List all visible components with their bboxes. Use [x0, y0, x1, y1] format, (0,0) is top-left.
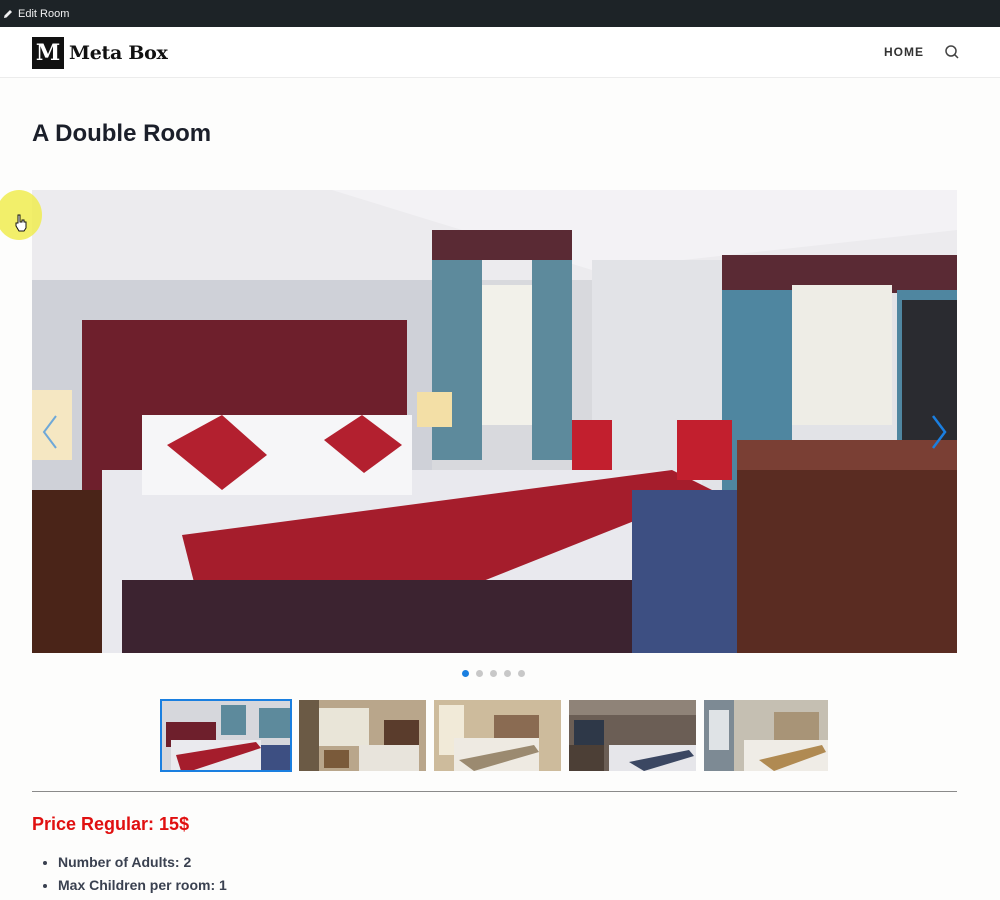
slider-next-arrow[interactable]	[929, 412, 949, 452]
thumbnail-1[interactable]	[160, 699, 292, 772]
room-features-list: Number of Adults: 2 Max Children per roo…	[58, 851, 227, 897]
admin-bar: Edit Room	[0, 0, 1000, 27]
site-logo[interactable]: M Meta Box	[32, 37, 168, 69]
pencil-icon	[2, 8, 14, 20]
site-header: M Meta Box HOME	[0, 27, 1000, 78]
hand-cursor-icon	[14, 214, 28, 232]
feature-max-children: Max Children per room: 1	[58, 874, 227, 897]
main-nav: HOME	[884, 44, 960, 60]
pagination-dot-5[interactable]	[518, 670, 525, 677]
thumbnail-2[interactable]	[299, 700, 426, 771]
logo-mark: M	[32, 37, 64, 69]
pagination-dot-3[interactable]	[490, 670, 497, 677]
edit-room-link[interactable]: Edit Room	[18, 8, 69, 20]
pagination-dot-4[interactable]	[504, 670, 511, 677]
nav-home-link[interactable]: HOME	[884, 45, 924, 59]
thumbnail-4[interactable]	[569, 700, 696, 771]
room-photo	[32, 190, 957, 653]
room-image-slider[interactable]	[32, 190, 957, 653]
thumbnail-3[interactable]	[434, 700, 561, 771]
page-title: A Double Room	[32, 120, 212, 147]
thumbnail-5[interactable]	[704, 700, 828, 771]
room-price: Price Regular: 15$	[32, 814, 190, 834]
logo-text: Meta Box	[69, 42, 168, 64]
search-icon[interactable]	[944, 44, 960, 60]
slider-pagination	[462, 670, 532, 677]
pagination-dot-2[interactable]	[476, 670, 483, 677]
content-divider	[32, 791, 957, 792]
thumbnail-strip	[160, 699, 836, 772]
pagination-dot-1[interactable]	[462, 670, 469, 677]
feature-adults: Number of Adults: 2	[58, 851, 227, 874]
slider-prev-arrow[interactable]	[40, 412, 60, 452]
